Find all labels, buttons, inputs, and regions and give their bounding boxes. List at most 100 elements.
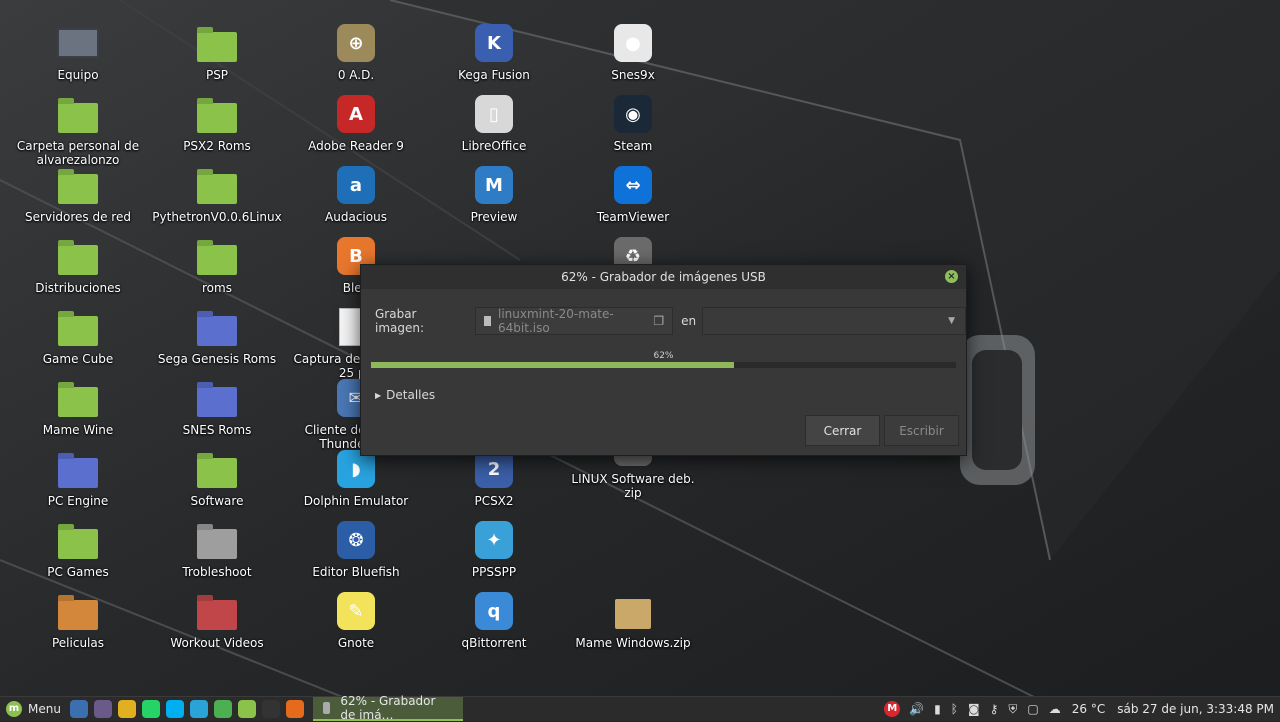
desktop-icon[interactable]: ❂ Editor Bluefish bbox=[286, 519, 426, 579]
image-row: Grabar imagen: linuxmint-20-mate-64bit.i… bbox=[375, 307, 966, 335]
desktop-icon-label: SNES Roms bbox=[182, 423, 252, 437]
expander-triangle-icon: ▶ bbox=[375, 390, 382, 400]
desktop-icon-label: Editor Bluefish bbox=[312, 565, 400, 579]
target-device-select[interactable]: ▼ bbox=[702, 307, 966, 335]
computer-icon bbox=[57, 22, 99, 64]
desktop-icon[interactable]: PC Games bbox=[8, 519, 148, 579]
app-icon: ⊕ bbox=[335, 22, 377, 64]
desktop-icon-label: PythetronV0.0.6Linux bbox=[152, 210, 282, 224]
folder-icon bbox=[196, 590, 238, 632]
chrome-icon[interactable] bbox=[117, 700, 136, 718]
desktop-icon-label: Mame Windows.zip bbox=[575, 636, 691, 650]
folder-icon bbox=[196, 448, 238, 490]
app-icon: ▯ bbox=[473, 93, 515, 135]
desktop-icon[interactable]: Sega Genesis Roms bbox=[147, 306, 287, 366]
desktop-icon[interactable]: Distribuciones bbox=[8, 235, 148, 295]
dialog-titlebar[interactable]: 62% - Grabador de imágenes USB × bbox=[361, 265, 966, 289]
desktop-icon[interactable]: PSX2 Roms bbox=[147, 93, 287, 153]
app-icon: ⇔ bbox=[612, 164, 654, 206]
clipboard-icon[interactable]: ▢ bbox=[1027, 702, 1038, 716]
weather-temp[interactable]: 26 °C bbox=[1072, 702, 1105, 716]
desktop-icon[interactable]: a Audacious bbox=[286, 164, 426, 224]
volume-icon[interactable]: 🔊 bbox=[909, 702, 924, 716]
folder-shape bbox=[58, 529, 98, 559]
folder-shape bbox=[197, 174, 237, 204]
clock[interactable]: sáb 27 de jun, 3:33:48 PM bbox=[1117, 702, 1274, 716]
close-button[interactable]: Cerrar bbox=[805, 415, 880, 446]
bluetooth-icon[interactable]: ᛒ bbox=[951, 702, 958, 716]
desktop-icon[interactable]: Equipo bbox=[8, 22, 148, 82]
box-shape bbox=[615, 599, 651, 629]
desktop-icon[interactable]: PythetronV0.0.6Linux bbox=[147, 164, 287, 224]
desktop-icon-label: roms bbox=[202, 281, 232, 295]
app-glyph: ✦ bbox=[475, 521, 513, 559]
desktop-icon[interactable]: roms bbox=[147, 235, 287, 295]
desktop-icon-label: Software bbox=[190, 494, 244, 508]
spreadsheet-icon[interactable] bbox=[213, 700, 232, 718]
close-icon[interactable]: × bbox=[945, 270, 958, 283]
folder-shape bbox=[197, 316, 237, 346]
desktop-icon[interactable]: ✎ Gnote bbox=[286, 590, 426, 650]
desktop-icon[interactable]: ◗ Dolphin Emulator bbox=[286, 448, 426, 508]
desktop-icon[interactable]: ⊕ 0 A.D. bbox=[286, 22, 426, 82]
skype-icon[interactable] bbox=[165, 700, 184, 718]
write-button[interactable]: Escribir bbox=[884, 415, 959, 446]
firefox-icon[interactable] bbox=[285, 700, 304, 718]
folder-shape bbox=[197, 103, 237, 133]
app-glyph: ◉ bbox=[614, 95, 652, 133]
desktop-icon[interactable]: K Kega Fusion bbox=[424, 22, 564, 82]
details-expander[interactable]: ▶ Detalles bbox=[375, 388, 435, 402]
desktop-icon[interactable]: Carpeta personal de alvarezalonzo bbox=[8, 93, 148, 167]
desktop-icon-label: TeamViewer bbox=[596, 210, 670, 224]
progress-bar-fill bbox=[371, 362, 734, 368]
desktop-icon[interactable]: q qBittorrent bbox=[424, 590, 564, 650]
desktop-icon[interactable]: ⇔ TeamViewer bbox=[563, 164, 703, 224]
desktop-icon[interactable]: PSP bbox=[147, 22, 287, 82]
removable-drive-icon[interactable]: ▮ bbox=[934, 702, 941, 716]
usb-image-writer-dialog: 62% - Grabador de imágenes USB × Grabar … bbox=[360, 264, 967, 456]
app-icon: A bbox=[335, 93, 377, 135]
screenshot-icon[interactable] bbox=[93, 700, 112, 718]
desktop-icon[interactable]: PC Engine bbox=[8, 448, 148, 508]
folder-shape bbox=[197, 245, 237, 275]
show-desktop-icon[interactable] bbox=[69, 700, 88, 718]
desktop-icon[interactable]: 2 PCSX2 bbox=[424, 448, 564, 508]
desktop-icon[interactable]: Software bbox=[147, 448, 287, 508]
desktop-icon[interactable]: ● Snes9x bbox=[563, 22, 703, 82]
desktop-icon-label: PSX2 Roms bbox=[183, 139, 251, 153]
desktop-icon[interactable]: Trobleshoot bbox=[147, 519, 287, 579]
mega-icon[interactable]: M bbox=[884, 701, 901, 717]
camera-icon[interactable]: ◙ bbox=[968, 702, 980, 716]
terminal-icon[interactable] bbox=[261, 700, 280, 718]
key-icon[interactable]: ⚷ bbox=[990, 702, 999, 716]
desktop-icon[interactable]: Peliculas bbox=[8, 590, 148, 650]
shield-icon[interactable]: ⛨ bbox=[1008, 702, 1017, 717]
image-file-chooser[interactable]: linuxmint-20-mate-64bit.iso ❐ bbox=[474, 307, 674, 335]
menu-button[interactable]: m Menu bbox=[0, 697, 67, 721]
desktop-icon[interactable]: ◉ Steam bbox=[563, 93, 703, 153]
whatsapp-icon[interactable] bbox=[141, 700, 160, 718]
folder-shape bbox=[58, 103, 98, 133]
desktop-icon-label: Gnote bbox=[337, 636, 375, 650]
desktop-icon[interactable]: Servidores de red bbox=[8, 164, 148, 224]
details-label: Detalles bbox=[386, 388, 436, 402]
desktop-icon[interactable]: Mame Windows.zip bbox=[563, 590, 703, 650]
quick-launchers bbox=[67, 700, 307, 718]
desktop-icon[interactable]: M Preview bbox=[424, 164, 564, 224]
desktop-icon-label: Trobleshoot bbox=[182, 565, 252, 579]
taskbar-window-usb-writer[interactable]: 62% - Grabador de imá… bbox=[312, 694, 463, 722]
desktop-icon[interactable]: A Adobe Reader 9 bbox=[286, 93, 426, 153]
desktop-icon[interactable]: ▯ LibreOffice bbox=[424, 93, 564, 153]
files-icon[interactable] bbox=[237, 700, 256, 718]
app-icon: M bbox=[473, 164, 515, 206]
desktop-icon[interactable]: Workout Videos bbox=[147, 590, 287, 650]
task-label: 62% - Grabador de imá… bbox=[340, 694, 436, 722]
desktop-icon[interactable]: ✦ PPSSPP bbox=[424, 519, 564, 579]
desktop-icon[interactable]: Mame Wine bbox=[8, 377, 148, 437]
desktop-icon[interactable]: SNES Roms bbox=[147, 377, 287, 437]
open-file-icon[interactable]: ❐ bbox=[653, 314, 664, 328]
desktop-icon[interactable]: Game Cube bbox=[8, 306, 148, 366]
folder-shape bbox=[197, 458, 237, 488]
desktop-icon-label: qBittorrent bbox=[461, 636, 527, 650]
telegram-icon[interactable] bbox=[189, 700, 208, 718]
